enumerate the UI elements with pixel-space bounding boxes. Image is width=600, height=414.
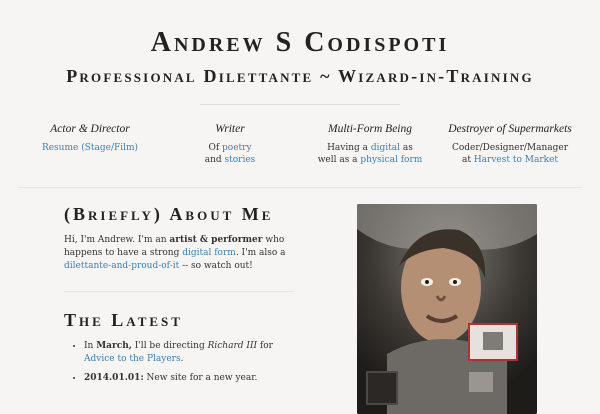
item-bold: 2014.01.01: bbox=[84, 373, 144, 383]
about-text-segment: . I'm also a bbox=[235, 248, 286, 258]
stories-link[interactable]: stories bbox=[225, 155, 256, 165]
role-multiform: Multi-Form Being Having a digital as wel… bbox=[300, 123, 440, 166]
section-divider bbox=[18, 187, 582, 188]
site-title: Andrew S Codispoti bbox=[150, 27, 450, 58]
latest-title: The Latest bbox=[64, 310, 183, 330]
item-bold: March, bbox=[96, 341, 132, 351]
role-text: at bbox=[461, 155, 474, 165]
harvest-to-market-link[interactable]: Harvest to Market bbox=[474, 155, 558, 165]
latest-list: In March, I'll be directing Richard III … bbox=[64, 340, 294, 385]
physical-form-link[interactable]: physical form bbox=[360, 155, 422, 165]
about-text-segment: -- so watch out! bbox=[179, 261, 253, 271]
item-text: New site for a new year. bbox=[143, 373, 258, 383]
about-bold: artist & performer bbox=[169, 235, 263, 245]
site-subtitle: Professional Dilettante ~ Wizard-in-Trai… bbox=[66, 66, 534, 86]
item-text: for bbox=[257, 341, 273, 351]
advice-to-players-link[interactable]: Advice to the Players bbox=[84, 354, 181, 364]
header-divider bbox=[200, 104, 400, 105]
item-italic: Richard III bbox=[207, 341, 258, 351]
content-divider bbox=[64, 291, 294, 292]
role-title: Writer bbox=[215, 123, 245, 135]
role-text: well as a bbox=[317, 155, 361, 165]
role-text: as bbox=[400, 143, 413, 153]
role-text: and bbox=[204, 155, 225, 165]
site-header: Andrew S Codispoti Professional Dilettan… bbox=[0, 0, 600, 105]
item-text: I'll be directing bbox=[131, 341, 208, 351]
digital-link[interactable]: digital bbox=[371, 143, 400, 153]
role-line: well as a physical form bbox=[300, 154, 440, 166]
about-title: (Briefly) About Me bbox=[64, 204, 274, 224]
roles-row: Actor & Director Resume (Stage/Film) Wri… bbox=[0, 123, 600, 166]
role-actor-director: Actor & Director Resume (Stage/Film) bbox=[20, 123, 160, 166]
role-text: Having a bbox=[327, 143, 371, 153]
profile-photo bbox=[357, 204, 537, 414]
main-content: (Briefly) About Me Hi, I'm Andrew. I'm a… bbox=[64, 204, 294, 391]
role-writer: Writer Of poetry and stories bbox=[160, 123, 300, 166]
role-line: Coder/Designer/Manager bbox=[451, 143, 569, 153]
poetry-link[interactable]: poetry bbox=[222, 143, 252, 153]
role-text: Of bbox=[208, 143, 223, 153]
role-title: Multi-Form Being bbox=[328, 123, 412, 135]
about-text-segment: Hi, I'm Andrew. I'm an bbox=[64, 235, 170, 245]
role-destroyer: Destroyer of Supermarkets Coder/Designer… bbox=[440, 123, 580, 166]
list-item: 2014.01.01: New site for a new year. bbox=[84, 372, 294, 385]
item-text: . bbox=[180, 354, 184, 364]
about-text: Hi, I'm Andrew. I'm an artist & performe… bbox=[64, 234, 294, 273]
role-line: and stories bbox=[160, 154, 300, 166]
role-line: Having a digital as bbox=[300, 142, 440, 154]
item-text: In bbox=[84, 341, 97, 351]
dilettante-link[interactable]: dilettante-and-proud-of-it bbox=[64, 261, 179, 271]
list-item: In March, I'll be directing Richard III … bbox=[84, 340, 294, 366]
role-line: Of poetry bbox=[160, 142, 300, 154]
role-title: Destroyer of Supermarkets bbox=[448, 123, 572, 135]
resume-link[interactable]: Resume (Stage/Film) bbox=[42, 143, 138, 153]
role-title: Actor & Director bbox=[50, 123, 130, 135]
role-line: at Harvest to Market bbox=[440, 154, 580, 166]
photo-image bbox=[357, 204, 537, 414]
digital-form-link[interactable]: digital form bbox=[182, 248, 236, 258]
role-line: Resume (Stage/Film) bbox=[20, 142, 160, 154]
